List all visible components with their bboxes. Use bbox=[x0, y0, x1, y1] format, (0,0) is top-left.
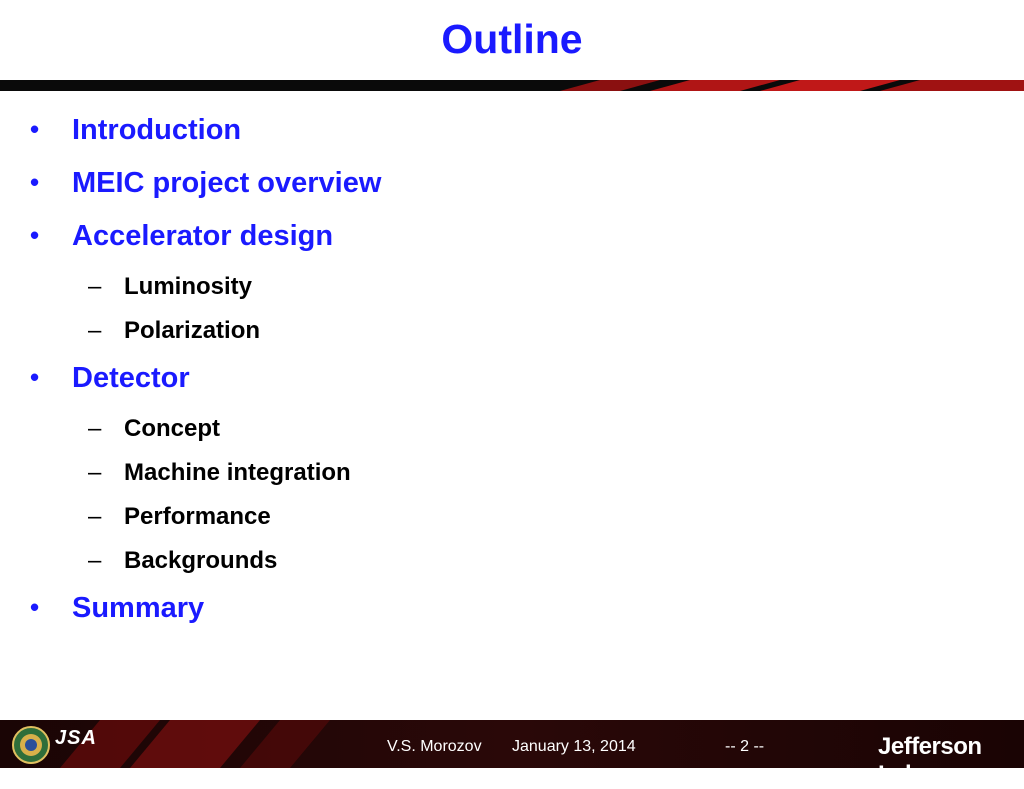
jefferson-lab-logo: Jefferson Lab bbox=[878, 733, 982, 788]
outline-item-label: MEIC project overview bbox=[72, 167, 382, 199]
outline-subitem-label: Backgrounds bbox=[124, 547, 278, 574]
jsa-logo: JSA bbox=[55, 727, 97, 749]
outline-subitem-label: Concept bbox=[124, 415, 220, 442]
bullet-marker: • bbox=[30, 362, 40, 392]
outline-list: • Introduction • MEIC project overview •… bbox=[0, 100, 1024, 700]
outline-subitem-label: Polarization bbox=[124, 317, 261, 344]
bullet-marker: • bbox=[30, 220, 40, 250]
outline-subitem-label: Performance bbox=[124, 503, 271, 530]
outline-item-label: Introduction bbox=[72, 114, 242, 146]
dash-marker: – bbox=[88, 547, 102, 574]
outline-item-label: Detector bbox=[72, 362, 190, 394]
footer-page-number: -- 2 -- bbox=[725, 738, 765, 755]
dash-marker: – bbox=[88, 317, 102, 344]
slide-title: Outline bbox=[441, 16, 583, 62]
dash-marker: – bbox=[88, 459, 102, 486]
header-stripe bbox=[0, 80, 1024, 91]
dash-marker: – bbox=[88, 415, 102, 442]
title-bar: Outline bbox=[0, 0, 1024, 80]
footer-date: January 13, 2014 bbox=[512, 738, 636, 755]
bullet-marker: • bbox=[30, 592, 40, 622]
outline-item-label: Accelerator design bbox=[72, 220, 334, 252]
bullet-marker: • bbox=[30, 114, 40, 144]
doe-seal-icon bbox=[12, 726, 50, 764]
outline-subitem-label: Luminosity bbox=[124, 273, 253, 300]
outline-item-label: Summary bbox=[72, 592, 205, 624]
dash-marker: – bbox=[88, 503, 102, 530]
footer-author: V.S. Morozov bbox=[387, 738, 482, 755]
outline-subitem-label: Machine integration bbox=[124, 459, 351, 486]
dash-marker: – bbox=[88, 273, 102, 300]
bullet-marker: • bbox=[30, 167, 40, 197]
